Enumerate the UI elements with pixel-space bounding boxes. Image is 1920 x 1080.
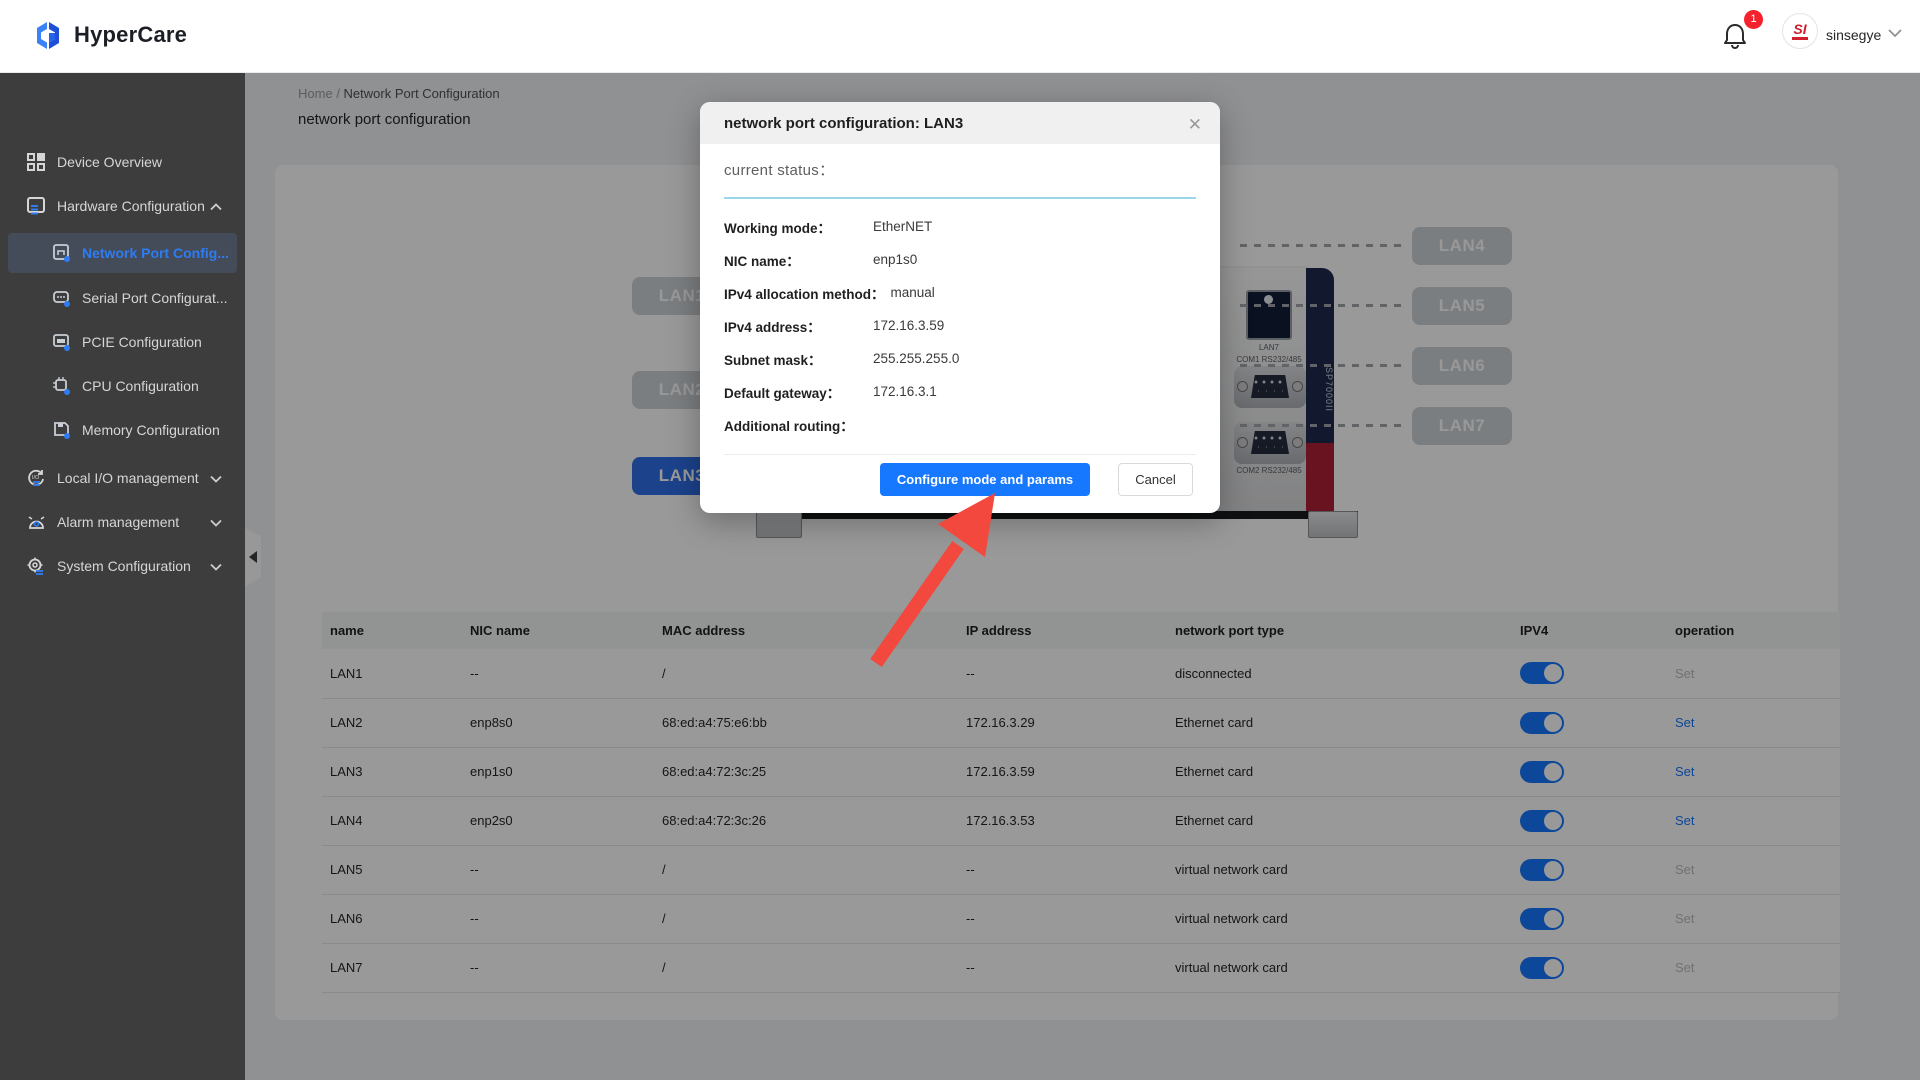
memory-icon [52,420,72,440]
hypercare-logo-icon [28,17,64,53]
current-status-heading: current status： [724,159,834,180]
username: sinsegye [1826,27,1881,43]
sidebar-item-system-configuration[interactable]: System Configuration [0,548,245,584]
gear-icon [26,556,46,576]
field-value: enp1s0 [873,252,917,267]
sidebar-item-label: Alarm management [57,514,179,530]
sidebar-item-network-port-configuration[interactable]: Network Port Config... [8,233,237,273]
configure-mode-button[interactable]: Configure mode and params [880,463,1090,496]
field-label: Working mode： [724,217,867,237]
grid-icon [26,152,46,172]
serial-port-icon [52,288,72,308]
sidebar-item-local-io-management[interactable]: I/O Local I/O management [0,460,245,496]
hardware-icon [26,196,46,216]
network-port-config-modal: network port configuration: LAN3 ✕ curre… [700,102,1220,513]
sidebar-item-label: Local I/O management [57,470,199,486]
brand[interactable]: HyperCare [28,17,187,53]
field-value: 172.16.3.1 [873,384,937,399]
notification-badge: 1 [1744,10,1763,29]
sidebar: Device Overview Hardware Configuration N… [0,73,245,1080]
alarm-icon [26,512,46,532]
field-label: IPv4 address： [724,316,867,336]
brand-name: HyperCare [74,22,187,48]
sidebar-item-label: System Configuration [57,558,191,574]
page: Home / Network Port Configuration networ… [0,0,1920,1080]
sidebar-item-device-overview[interactable]: Device Overview [0,144,245,180]
avatar-mark-bar [1792,37,1808,40]
modal-header: network port configuration: LAN3 [700,102,1220,144]
sidebar-item-label: Hardware Configuration [57,198,205,214]
avatar[interactable]: SI [1782,13,1818,49]
field-label: Additional routing： [724,415,867,435]
sidebar-item-label: Serial Port Configurat... [82,290,228,306]
sidebar-item-pcie-configuration[interactable]: PCIE Configuration [0,324,245,360]
field-value: manual [891,285,935,300]
section-underline [724,197,1196,199]
user-menu-chevron-icon[interactable] [1888,29,1902,38]
chevron-down-icon [210,470,222,486]
field-value: EtherNET [873,219,932,234]
sidebar-item-memory-configuration[interactable]: Memory Configuration [0,412,245,448]
modal-title: network port configuration: LAN3 [724,115,963,132]
avatar-mark: SI [1793,23,1806,36]
chevron-down-icon [210,558,222,574]
svg-text:I/O: I/O [32,475,40,481]
cancel-button[interactable]: Cancel [1118,463,1193,496]
sidebar-item-hardware-configuration[interactable]: Hardware Configuration [0,188,245,224]
bell-icon [1722,22,1748,50]
app-header: HyperCare 1 SI sinsegye [0,0,1920,73]
chevron-up-icon [210,198,222,214]
field-label: Subnet mask： [724,349,867,369]
sidebar-item-cpu-configuration[interactable]: CPU Configuration [0,368,245,404]
sidebar-item-alarm-management[interactable]: Alarm management [0,504,245,540]
field-label: NIC name： [724,250,867,270]
close-icon[interactable]: ✕ [1184,113,1206,137]
sidebar-item-label: Device Overview [57,154,162,170]
cpu-icon [52,376,72,396]
field-value: 172.16.3.59 [873,318,944,333]
status-fields: Working mode： EtherNET NIC name： enp1s0 IP… [724,210,1196,441]
sidebar-item-label: Network Port Config... [82,245,229,261]
io-icon: I/O [26,468,46,488]
sidebar-item-label: PCIE Configuration [82,334,202,350]
sidebar-item-label: Memory Configuration [82,422,220,438]
sidebar-item-serial-port-configuration[interactable]: Serial Port Configurat... [0,280,245,316]
sidebar-item-label: CPU Configuration [82,378,199,394]
network-port-icon [52,243,72,263]
modal-footer-divider [724,454,1196,455]
field-label: IPv4 allocation method： [724,283,885,303]
pcie-icon [52,332,72,352]
field-label: Default gateway： [724,382,867,402]
chevron-down-icon [210,514,222,530]
field-value: 255.255.255.0 [873,351,959,366]
